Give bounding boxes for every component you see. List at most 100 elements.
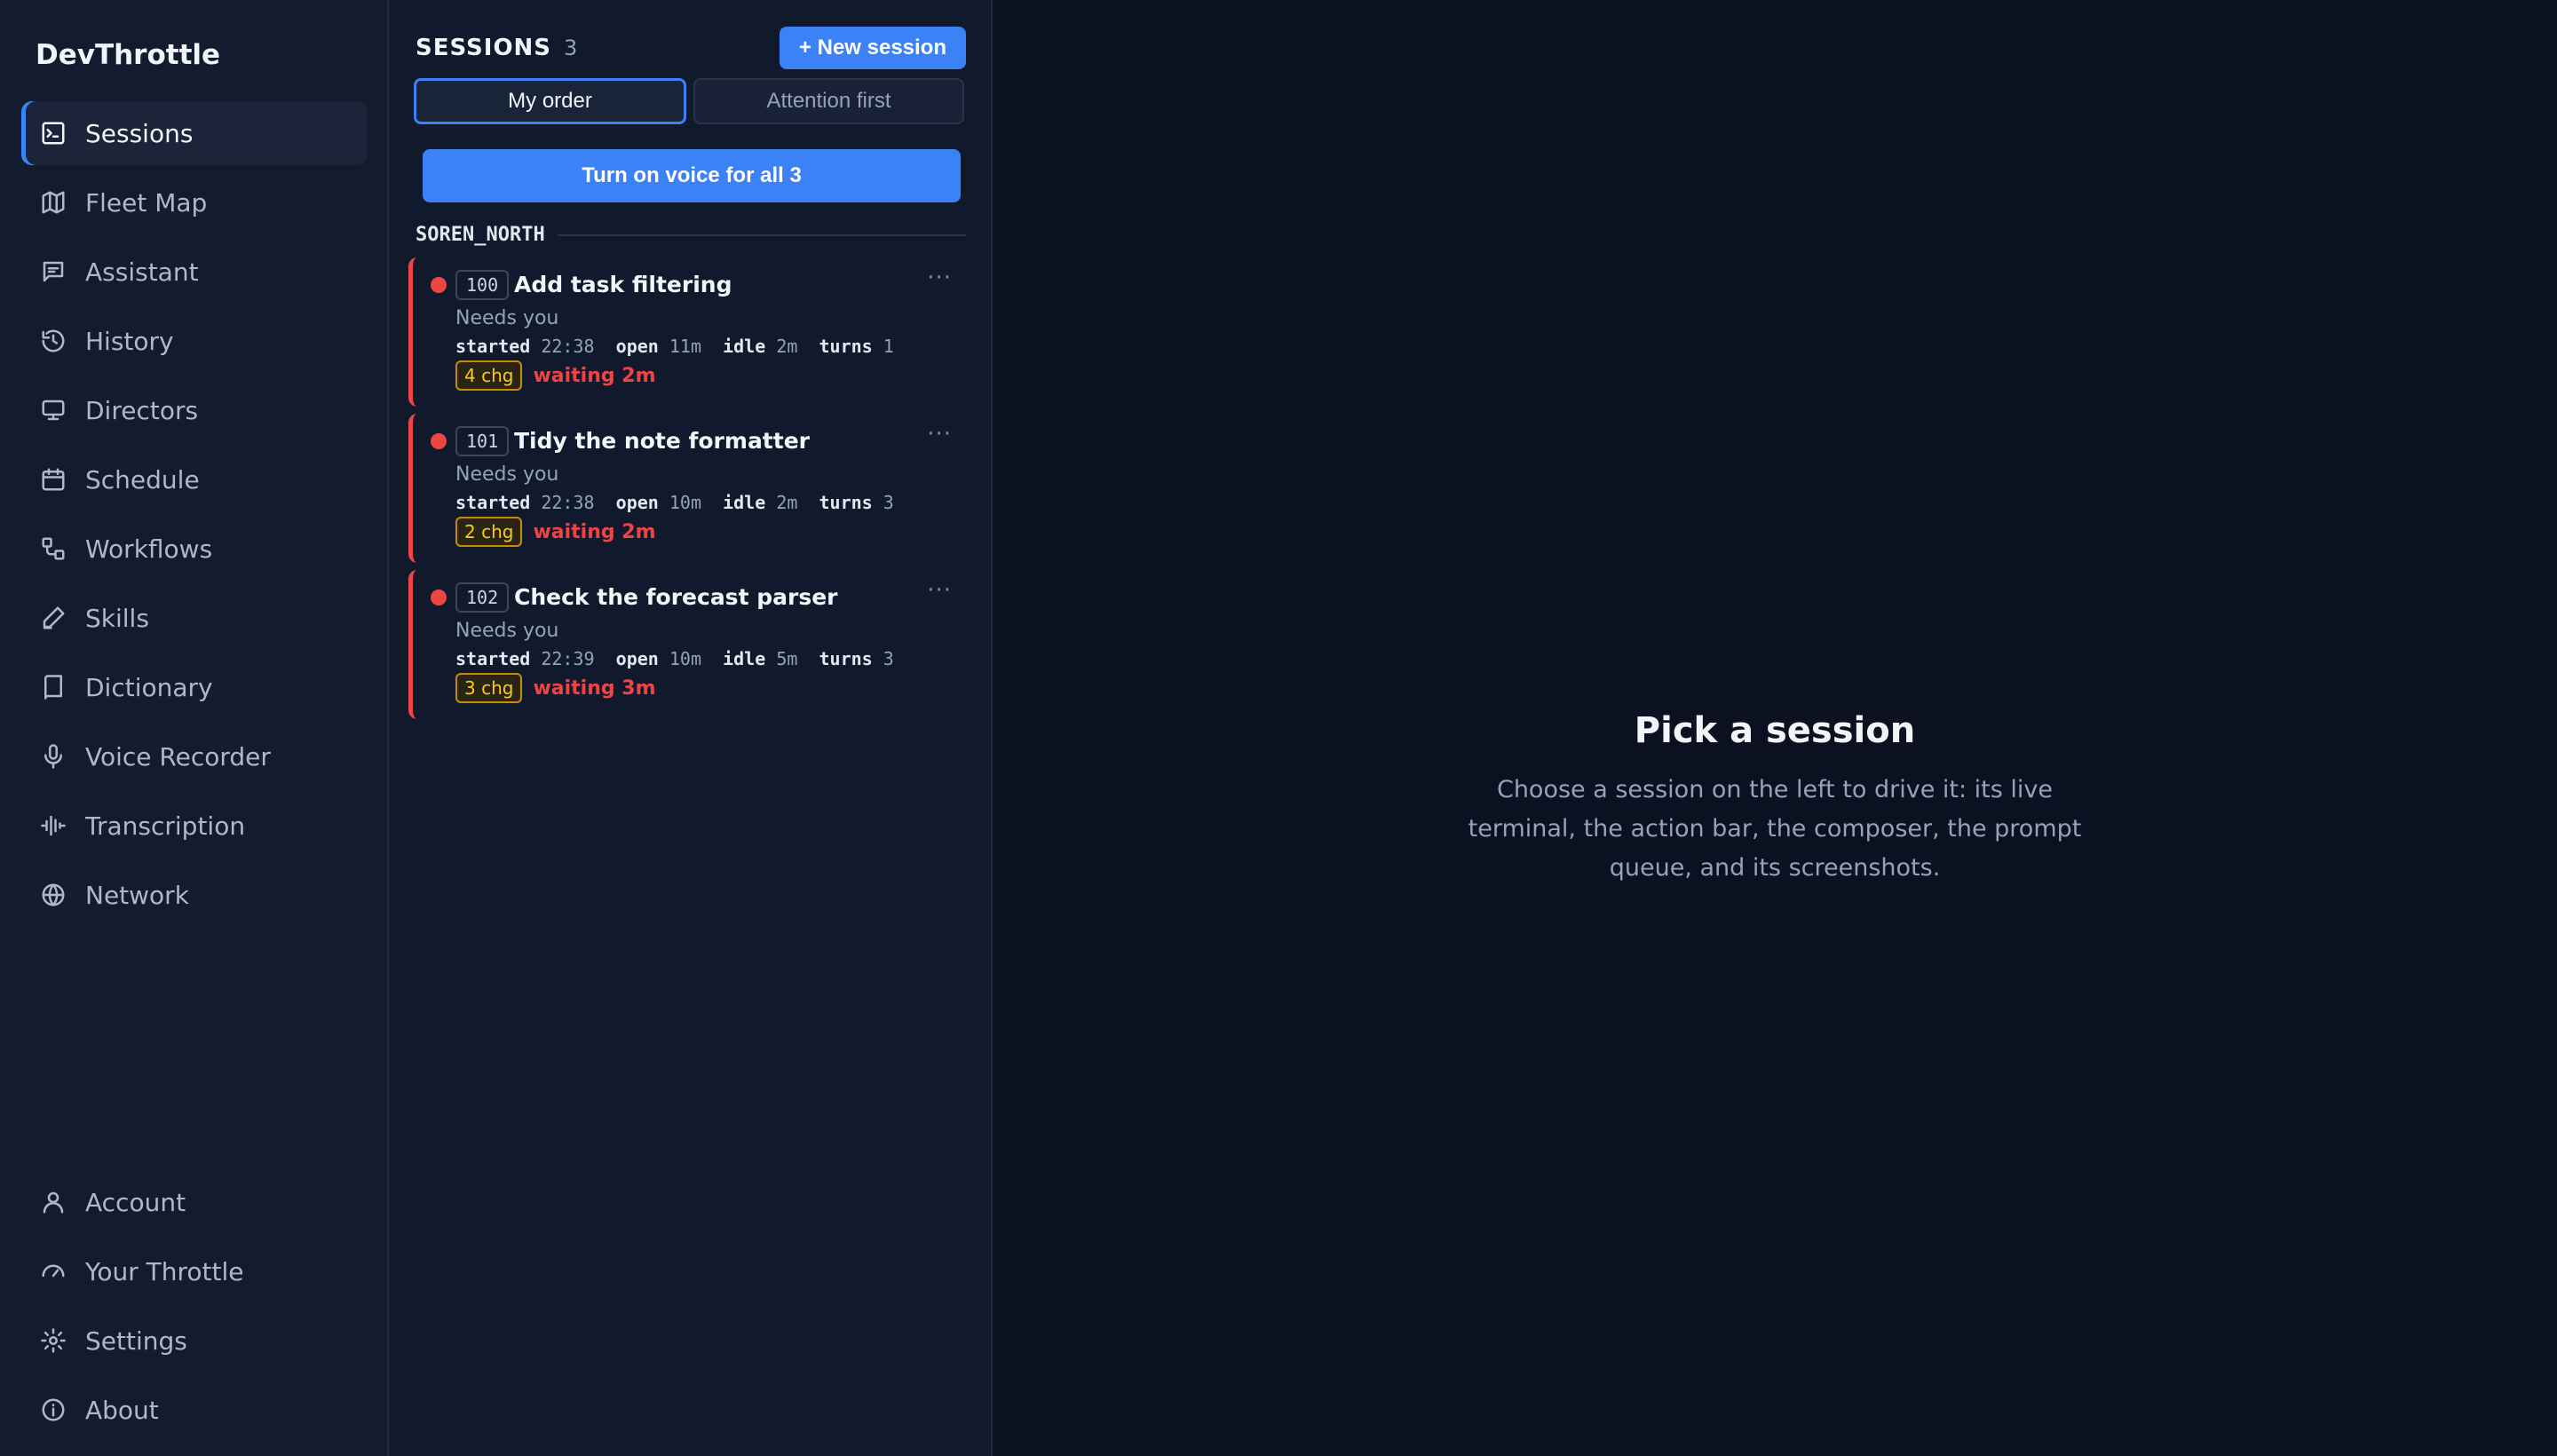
meta-started-label: started xyxy=(455,648,531,669)
meta-turns-label: turns xyxy=(819,648,873,669)
meta-started-label: started xyxy=(455,492,531,513)
gear-icon xyxy=(39,1326,67,1355)
empty-state-description: Choose a session on the left to drive it… xyxy=(1468,776,2082,882)
sidebar-item-label: Schedule xyxy=(85,464,200,495)
session-name: Tidy the note formatter xyxy=(514,428,810,454)
more-options-icon[interactable]: ··· xyxy=(927,265,952,291)
waiting-time: waiting 2m xyxy=(533,520,656,543)
sidebar-item-label: Directors xyxy=(85,395,199,425)
group-divider xyxy=(557,233,966,236)
meta-idle: 2m xyxy=(776,492,798,513)
new-session-button[interactable]: + New session xyxy=(779,27,966,69)
session-badges: 4 chg waiting 2m xyxy=(455,360,656,391)
sidebar-item-assistant[interactable]: Assistant xyxy=(21,240,368,304)
attention-first-tab[interactable]: Attention first xyxy=(693,78,964,124)
sidebar-item-label: Your Throttle xyxy=(85,1256,244,1286)
chat-icon xyxy=(39,257,67,286)
terminal-icon xyxy=(39,119,67,147)
sidebar-item-network[interactable]: Network xyxy=(21,863,368,927)
meta-open-label: open xyxy=(615,648,659,669)
session-card[interactable]: 100 Add task filtering ··· Needs you started… xyxy=(408,257,966,407)
sidebar-item-label: Voice Recorder xyxy=(85,741,271,772)
meta-idle-label: idle xyxy=(723,492,766,513)
meta-turns-label: turns xyxy=(819,492,873,513)
session-card[interactable]: 102 Check the forecast parser ··· Needs you… xyxy=(408,570,966,719)
sessions-count: 3 xyxy=(564,36,578,60)
book-icon xyxy=(39,673,67,701)
meta-started: 22:38 xyxy=(541,336,595,357)
more-options-icon[interactable]: ··· xyxy=(927,577,952,604)
sidebar-item-sessions[interactable]: Sessions xyxy=(21,101,368,165)
sidebar-item-label: Skills xyxy=(85,603,149,633)
sidebar-item-about[interactable]: About xyxy=(21,1378,368,1442)
meta-started: 22:38 xyxy=(541,492,595,513)
sidebar-item-fleet-map[interactable]: Fleet Map xyxy=(21,170,368,234)
sessions-heading: SESSIONS 3 xyxy=(416,35,577,61)
meta-turns: 1 xyxy=(883,336,894,357)
sidebar-item-directors[interactable]: Directors xyxy=(21,378,368,442)
meta-open: 11m xyxy=(669,336,701,357)
sidebar-item-label: History xyxy=(85,326,174,356)
session-meta: started 22:38 open 11m idle 2m turns 1 xyxy=(455,336,894,357)
sidebar-item-history[interactable]: History xyxy=(21,309,368,373)
changes-badge: 2 chg xyxy=(455,517,523,547)
calendar-icon xyxy=(39,465,67,494)
attention-dot xyxy=(431,590,447,605)
gauge-icon xyxy=(39,1257,67,1286)
session-badges: 2 chg waiting 2m xyxy=(455,517,656,547)
changes-badge: 3 chg xyxy=(455,673,523,703)
microphone-icon xyxy=(39,742,67,771)
meta-idle: 5m xyxy=(776,648,798,669)
meta-idle: 2m xyxy=(776,336,798,357)
session-badges: 3 chg waiting 3m xyxy=(455,673,656,703)
meta-idle-label: idle xyxy=(723,336,766,357)
session-meta: started 22:39 open 10m idle 5m turns 3 xyxy=(455,648,894,669)
meta-turns-label: turns xyxy=(819,336,873,357)
order-toggle: My order Attention first xyxy=(414,78,964,124)
session-card[interactable]: 101 Tidy the note formatter ··· Needs you st… xyxy=(408,414,966,563)
meta-started-label: started xyxy=(455,336,531,357)
voice-all-button[interactable]: Turn on voice for all 3 xyxy=(423,149,961,202)
sidebar-item-label: Assistant xyxy=(85,257,199,287)
sidebar-item-your-throttle[interactable]: Your Throttle xyxy=(21,1239,368,1303)
sidebar-item-label: Dictionary xyxy=(85,672,213,702)
session-name: Add task filtering xyxy=(514,272,732,297)
sidebar-item-workflows[interactable]: Workflows xyxy=(21,517,368,581)
sidebar-item-settings[interactable]: Settings xyxy=(21,1309,368,1373)
sidebar-item-voice-recorder[interactable]: Voice Recorder xyxy=(21,724,368,788)
sidebar-item-dictionary[interactable]: Dictionary xyxy=(21,655,368,719)
sidebar-item-schedule[interactable]: Schedule xyxy=(21,447,368,511)
sidebar-item-transcription[interactable]: Transcription xyxy=(21,794,368,858)
attention-dot xyxy=(431,433,447,449)
sidebar: DevThrottle Sessions Fleet Map Assistant Hi… xyxy=(0,0,389,1456)
session-number: 101 xyxy=(455,426,510,456)
sidebar-item-label: Settings xyxy=(85,1325,187,1356)
sidebar-nav: Sessions Fleet Map Assistant History Directo… xyxy=(21,101,368,932)
attention-dot xyxy=(431,277,447,293)
waiting-time: waiting 2m xyxy=(533,364,656,387)
session-list: 100 Add task filtering ··· Needs you started… xyxy=(408,257,966,726)
sidebar-item-label: Network xyxy=(85,880,189,910)
more-options-icon[interactable]: ··· xyxy=(927,421,952,447)
sidebar-item-skills[interactable]: Skills xyxy=(21,586,368,650)
session-status: Needs you xyxy=(455,463,559,486)
meta-turns: 3 xyxy=(883,492,894,513)
workflow-icon xyxy=(39,534,67,563)
waiting-time: waiting 3m xyxy=(533,677,656,700)
sidebar-bottom-nav: Account Your Throttle Settings About xyxy=(21,1170,368,1447)
session-status: Needs you xyxy=(455,307,559,329)
sidebar-item-account[interactable]: Account xyxy=(21,1170,368,1234)
user-icon xyxy=(39,1188,67,1216)
map-icon xyxy=(39,188,67,217)
globe-icon xyxy=(39,881,67,909)
meta-turns: 3 xyxy=(883,648,894,669)
meta-open: 10m xyxy=(669,492,701,513)
sidebar-item-label: Fleet Map xyxy=(85,187,208,218)
sessions-title: SESSIONS xyxy=(416,35,552,61)
sidebar-item-label: Account xyxy=(85,1187,186,1217)
sessions-panel: SESSIONS 3 + New session My order Attenti… xyxy=(389,0,993,1456)
sessions-header: SESSIONS 3 + New session xyxy=(416,27,966,69)
my-order-tab[interactable]: My order xyxy=(414,78,686,124)
meta-open: 10m xyxy=(669,648,701,669)
session-number: 100 xyxy=(455,270,510,300)
